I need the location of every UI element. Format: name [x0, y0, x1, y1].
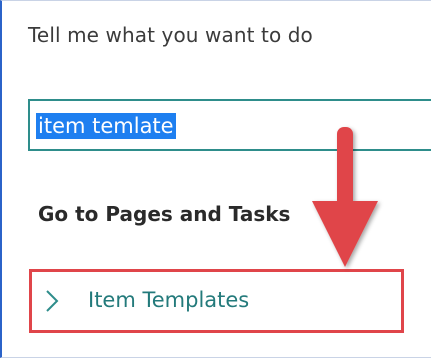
section-heading-pages-and-tasks: Go to Pages and Tasks: [38, 202, 291, 226]
result-item-label[interactable]: Item Templates: [88, 288, 249, 312]
result-item-item-templates[interactable]: Item Templates: [29, 269, 404, 333]
search-input-value[interactable]: item temlate: [36, 113, 176, 139]
red-down-arrow-icon: [312, 127, 378, 267]
dialog-prompt: Tell me what you want to do: [28, 23, 313, 47]
search-dialog: Tell me what you want to do item temlate…: [0, 0, 431, 358]
chevron-right-icon: [46, 290, 59, 312]
